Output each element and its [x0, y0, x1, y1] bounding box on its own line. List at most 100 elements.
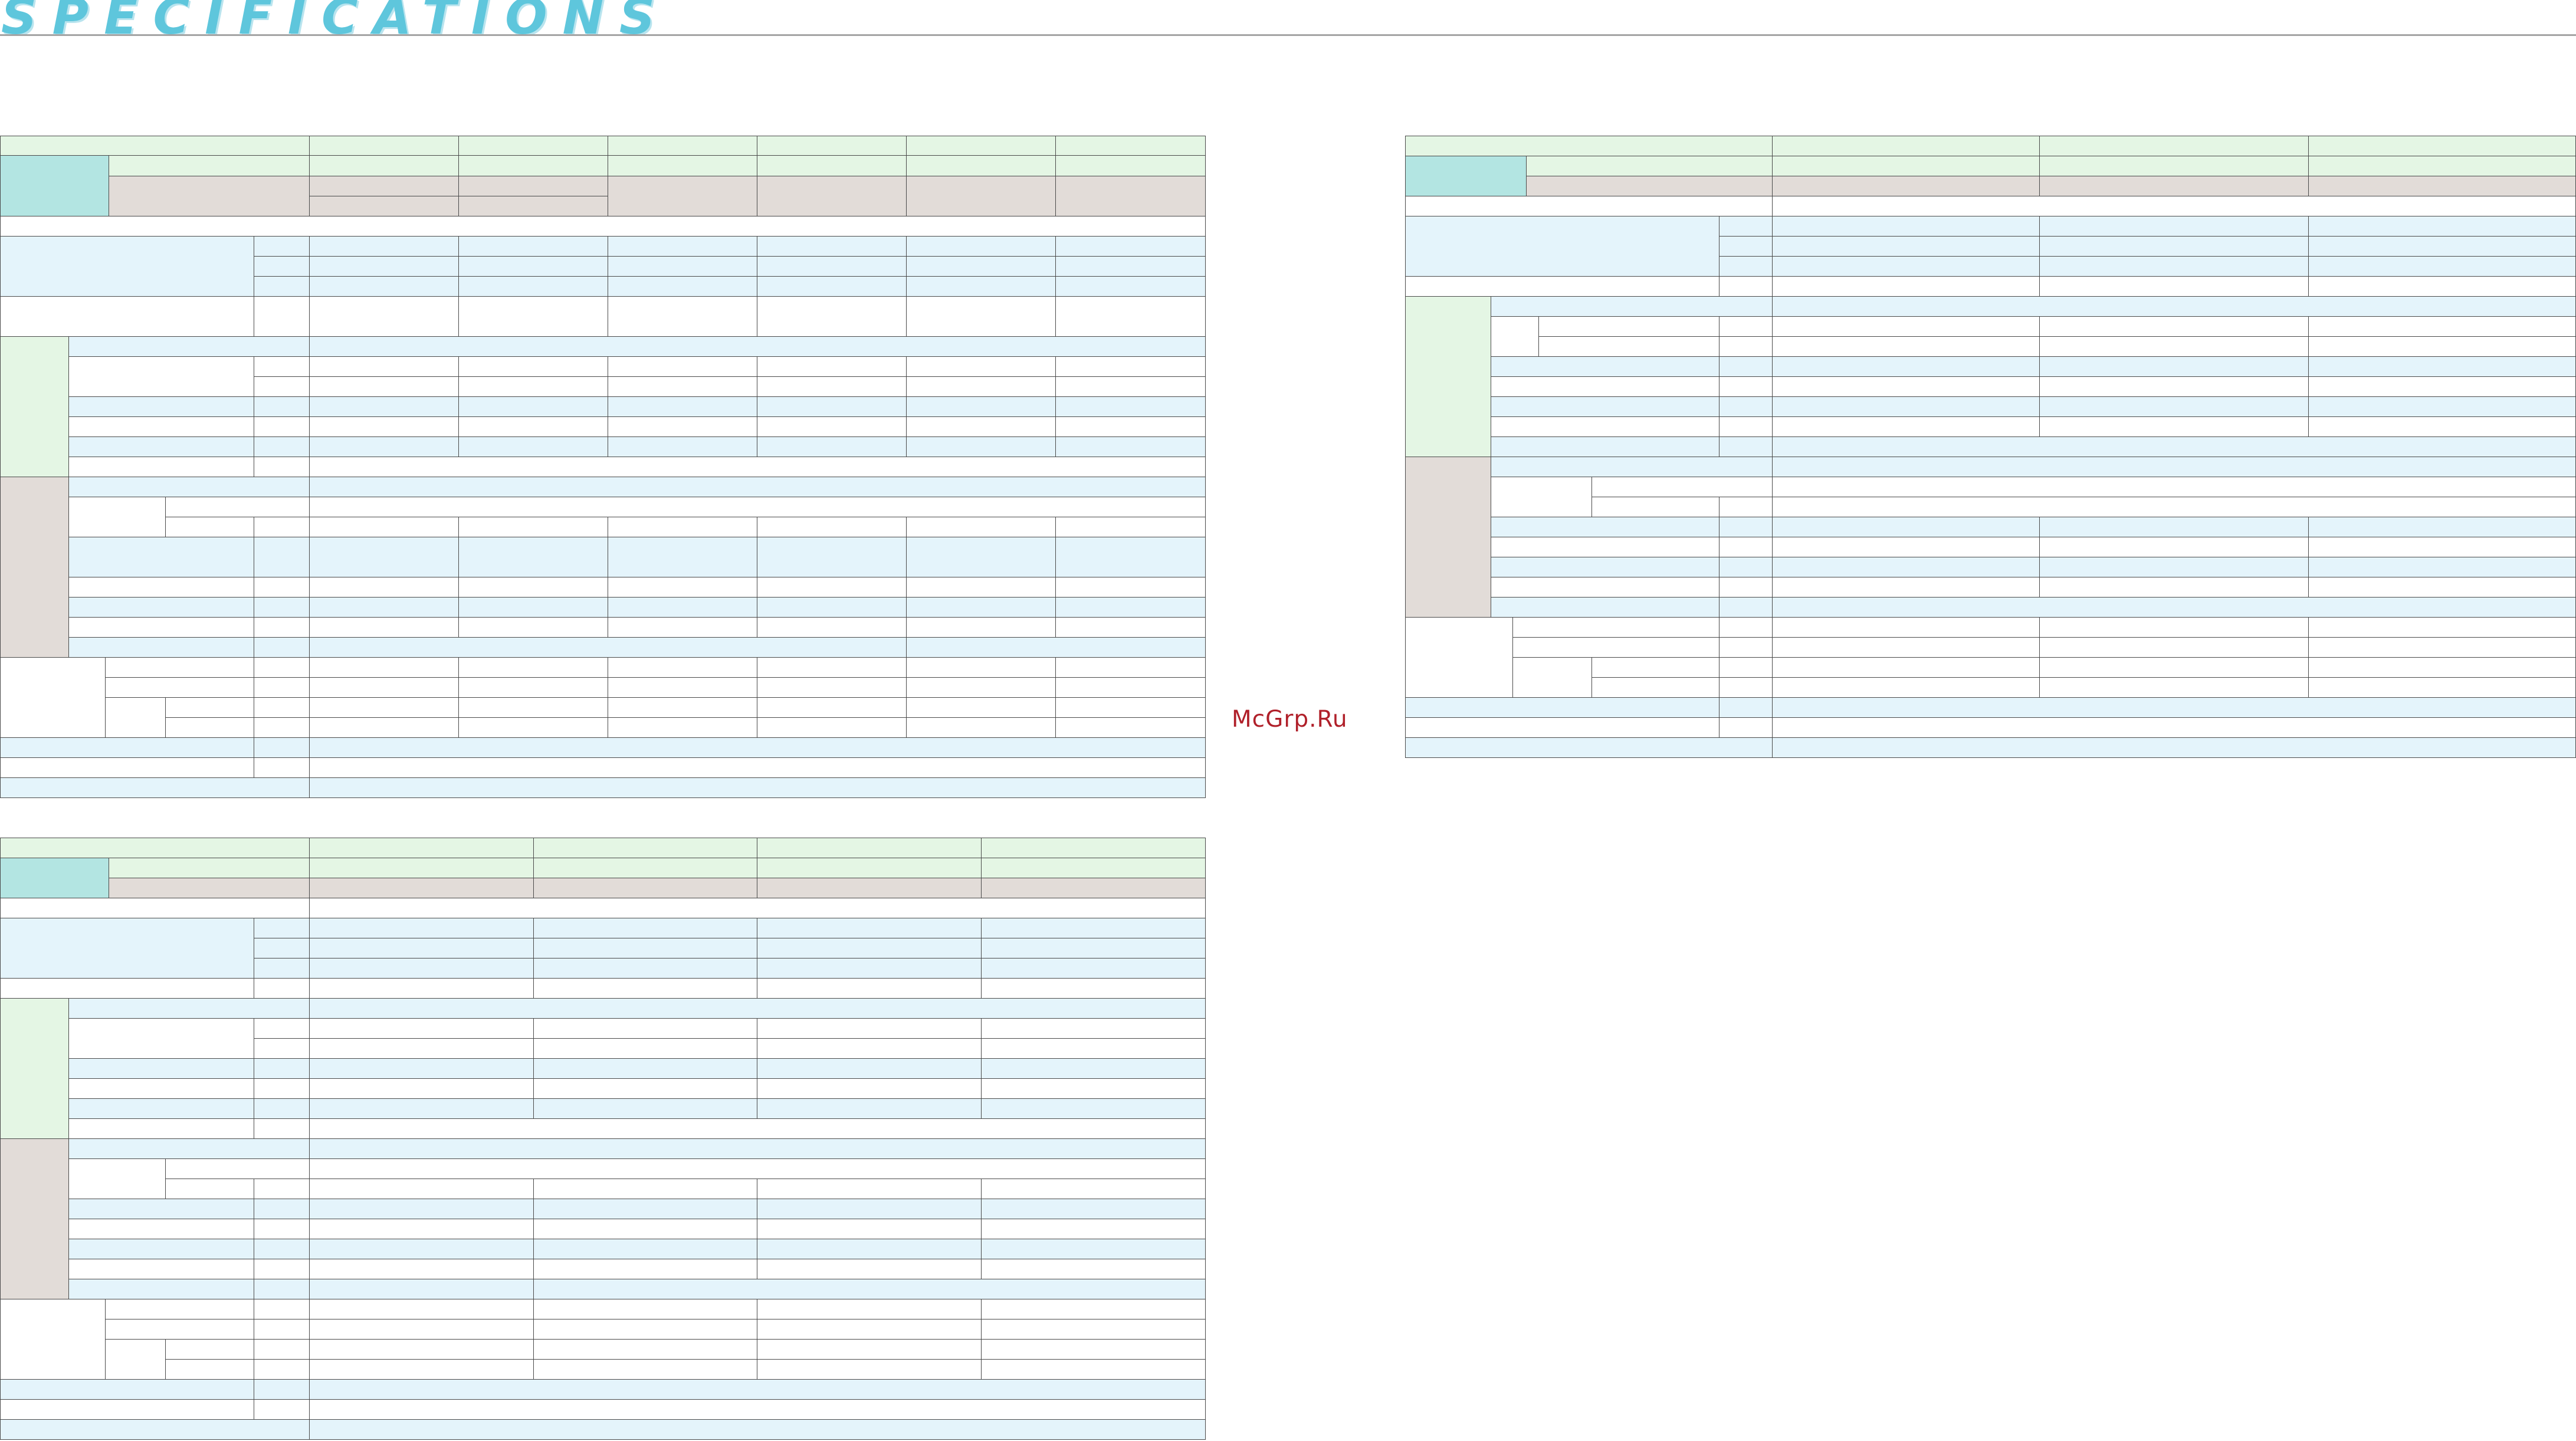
table-cell	[309, 1419, 1206, 1440]
table-cell	[1772, 216, 2040, 237]
table-cell	[309, 637, 907, 658]
table-cell	[309, 938, 534, 959]
table-cell	[254, 597, 310, 618]
table-cell	[2039, 216, 2309, 237]
table-cell	[757, 376, 907, 397]
table-cell	[0, 978, 254, 999]
table-cell	[254, 537, 310, 577]
table-cell	[2308, 637, 2576, 658]
table-cell	[254, 256, 310, 277]
table-cell	[906, 436, 1056, 457]
watermark: McGrp.Ru	[1232, 706, 1348, 733]
table-cell	[1591, 677, 1719, 698]
table-cell	[533, 1219, 757, 1239]
table-cell	[1772, 477, 2576, 497]
table-cell	[906, 296, 1056, 337]
table-cell	[2308, 577, 2576, 598]
table-cell	[608, 155, 757, 176]
table-cell	[1719, 236, 1773, 257]
table-cell	[1772, 296, 2576, 317]
table-cell	[309, 998, 1206, 1019]
table-cell	[309, 1279, 534, 1299]
table-cell	[2039, 657, 2309, 678]
table-cell	[1405, 697, 1719, 718]
table-cell	[458, 697, 608, 718]
table-cell	[0, 657, 106, 738]
table-cell	[1055, 136, 1206, 156]
table-cell	[1719, 517, 1773, 537]
table-cell	[1719, 657, 1773, 678]
table-cell	[309, 1199, 534, 1219]
table-cell	[2308, 376, 2576, 397]
table-cell	[309, 918, 534, 938]
table-cell	[1491, 396, 1719, 417]
table-cell	[68, 1018, 254, 1059]
table-cell	[68, 1219, 254, 1239]
table-cell	[309, 336, 1206, 357]
table-cell	[309, 657, 459, 678]
table-cell	[2308, 396, 2576, 417]
table-cell	[254, 296, 310, 337]
table-cell	[757, 537, 907, 577]
table-cell	[254, 918, 310, 938]
table-cell	[165, 1158, 310, 1179]
table-cell	[1772, 537, 2040, 557]
table-cell	[1055, 577, 1206, 598]
table-cell	[254, 1199, 310, 1219]
table-cell	[533, 1259, 757, 1279]
table-cell	[2308, 356, 2576, 377]
table-cell	[906, 136, 1056, 156]
table-cell	[608, 396, 757, 417]
table-cell	[2039, 156, 2309, 176]
table-cell	[1491, 577, 1719, 598]
table-cell	[309, 155, 459, 176]
table-cell	[608, 697, 757, 718]
table-cell	[1055, 376, 1206, 397]
table-cell	[2039, 396, 2309, 417]
table-cell	[254, 1219, 310, 1239]
table-cell	[608, 677, 757, 698]
table-cell	[68, 577, 254, 598]
table-cell	[254, 436, 310, 457]
table-cell	[0, 737, 254, 758]
table-cell	[254, 1339, 310, 1360]
table-cell	[68, 1058, 254, 1079]
table-cell	[254, 236, 310, 257]
table-cell	[1719, 316, 1773, 337]
table-cell	[757, 236, 907, 257]
table-cell	[458, 196, 608, 216]
table-cell	[68, 597, 254, 618]
table-cell	[254, 1279, 310, 1299]
table-cell	[309, 1399, 1206, 1420]
table-cell	[254, 396, 310, 417]
table-cell	[309, 858, 534, 878]
table-cell	[757, 838, 982, 858]
table-cell	[981, 1038, 1206, 1059]
table-cell	[981, 1339, 1206, 1360]
table-cell	[254, 1319, 310, 1340]
table-cell	[1055, 256, 1206, 277]
table-cell	[2308, 276, 2576, 297]
table-cell	[254, 457, 310, 477]
table-cell	[458, 136, 608, 156]
table-cell	[906, 717, 1056, 738]
table-cell	[2308, 677, 2576, 698]
table-cell	[1719, 416, 1773, 437]
table-cell	[105, 677, 254, 698]
table-cell	[105, 1319, 254, 1340]
table-cell	[309, 1179, 534, 1199]
table-cell	[757, 717, 907, 738]
table-cell	[906, 236, 1056, 257]
table-cell	[309, 396, 459, 417]
table-cell	[309, 777, 1206, 798]
table-cell	[309, 1018, 534, 1039]
table-cell	[254, 577, 310, 598]
table-cell	[533, 1018, 757, 1039]
table-cell	[1719, 336, 1773, 357]
table-cell	[309, 457, 1206, 477]
table-cell	[981, 1199, 1206, 1219]
table-cell	[2308, 517, 2576, 537]
table-cell	[1491, 597, 1719, 618]
table-cell	[1772, 196, 2576, 216]
table-cell	[254, 717, 310, 738]
